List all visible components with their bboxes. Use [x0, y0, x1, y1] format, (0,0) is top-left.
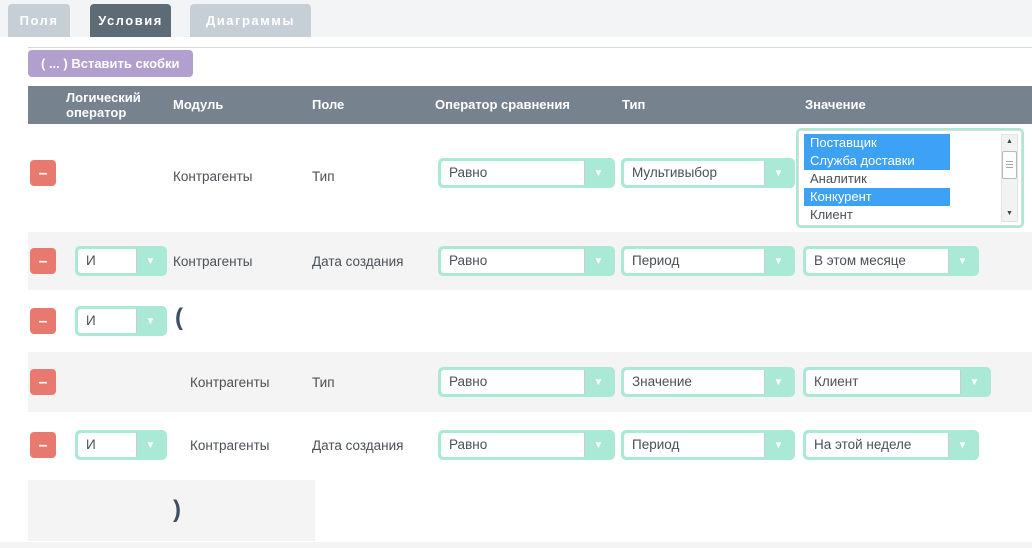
minus-icon[interactable]: – — [30, 248, 56, 274]
header-comparison-operator: Оператор сравнения — [435, 86, 570, 124]
chevron-down-icon: ▼ — [137, 249, 164, 273]
listbox-scrollbar[interactable]: ▲ ▼ — [1001, 134, 1018, 222]
field-label: Дата создания — [312, 254, 404, 270]
condition-row: – Контрагенты Тип Равно ▼ Мультивыбор ▼ … — [28, 124, 1032, 232]
chevron-down-icon: ▼ — [765, 370, 792, 394]
module-label: Контрагенты — [190, 438, 270, 454]
listbox-options: Поставщик Служба доставки Аналитик Конку… — [804, 134, 950, 224]
tab-fields[interactable]: Поля — [8, 4, 70, 37]
selected-value: И — [78, 433, 137, 457]
selected-value: Мультивыбор — [624, 161, 765, 185]
insert-brackets-button[interactable]: ( ... ) Вставить скобки — [28, 50, 193, 77]
scroll-down-icon[interactable]: ▼ — [1002, 207, 1017, 221]
condition-row: – Контрагенты Тип Равно ▼ Значение ▼ Кли… — [28, 352, 1032, 412]
comparison-operator-select[interactable]: Равно ▼ — [438, 158, 615, 188]
conditions-builder-page: Поля Условия Диаграммы ( ... ) Вставить … — [0, 0, 1032, 548]
chevron-down-icon: ▼ — [137, 433, 164, 457]
tab-conditions[interactable]: Условия — [90, 4, 171, 37]
header-type: Тип — [622, 86, 645, 124]
chevron-down-icon: ▼ — [765, 161, 792, 185]
header-logical-operator: Логический оператор — [66, 90, 154, 120]
type-select[interactable]: Период ▼ — [621, 430, 795, 460]
comparison-operator-select[interactable]: Равно ▼ — [438, 367, 615, 397]
selected-value: Равно — [441, 249, 585, 273]
open-bracket: ( — [175, 304, 183, 332]
minus-icon[interactable]: – — [30, 369, 56, 395]
module-label: Контрагенты — [190, 375, 270, 391]
listbox-option[interactable]: Поставщик — [804, 134, 950, 152]
value-select[interactable]: На этой неделе ▼ — [803, 430, 979, 460]
selected-value: В этом месяце — [806, 249, 949, 273]
header-field: Поле — [312, 86, 344, 124]
selected-value: Клиент — [806, 370, 961, 394]
condition-row: – И ▼ Контрагенты Дата создания Равно ▼ … — [28, 232, 1032, 290]
selected-value: Равно — [441, 433, 585, 457]
bottom-strip — [0, 542, 1032, 548]
field-label: Тип — [312, 375, 335, 391]
type-select[interactable]: Значение ▼ — [621, 367, 795, 397]
chevron-down-icon: ▼ — [961, 370, 988, 394]
comparison-operator-select[interactable]: Равно ▼ — [438, 246, 615, 276]
value-select[interactable]: Клиент ▼ — [803, 367, 991, 397]
selected-value: Значение — [624, 370, 765, 394]
chevron-down-icon: ▼ — [137, 309, 164, 333]
selected-value: Равно — [441, 370, 585, 394]
field-label: Дата создания — [312, 438, 404, 454]
chevron-down-icon: ▼ — [949, 433, 976, 457]
comparison-operator-select[interactable]: Равно ▼ — [438, 430, 615, 460]
logical-operator-select[interactable]: И ▼ — [75, 430, 167, 460]
field-label: Тип — [312, 169, 335, 185]
logical-operator-select[interactable]: И ▼ — [75, 246, 167, 276]
chevron-down-icon: ▼ — [949, 249, 976, 273]
tab-charts[interactable]: Диаграммы — [190, 4, 311, 37]
scrollbar-thumb[interactable] — [1002, 151, 1017, 179]
bracket-row: – И ▼ ( — [28, 290, 1032, 352]
selected-value: И — [78, 309, 137, 333]
table-header: Логический оператор Модуль Поле Оператор… — [28, 86, 1032, 124]
header-module: Модуль — [173, 86, 223, 124]
chevron-down-icon: ▼ — [585, 161, 612, 185]
tab-bar: Поля Условия Диаграммы — [0, 0, 1032, 37]
toolbar-divider — [28, 47, 1032, 48]
minus-icon[interactable]: – — [30, 308, 56, 334]
minus-icon[interactable]: – — [30, 160, 56, 186]
selected-value: На этой неделе — [806, 433, 949, 457]
listbox-option[interactable]: Аналитик — [804, 170, 950, 188]
listbox-option[interactable]: Конкурент — [804, 188, 950, 206]
value-multiselect-listbox[interactable]: Поставщик Служба доставки Аналитик Конку… — [796, 128, 1024, 228]
selected-value: Равно — [441, 161, 585, 185]
close-bracket: ) — [173, 496, 181, 524]
header-value: Значение — [805, 86, 866, 124]
selected-value: Период — [624, 249, 765, 273]
chevron-down-icon: ▼ — [585, 370, 612, 394]
chevron-down-icon: ▼ — [585, 433, 612, 457]
type-select[interactable]: Мультивыбор ▼ — [621, 158, 795, 188]
module-label: Контрагенты — [173, 169, 253, 185]
value-select[interactable]: В этом месяце ▼ — [803, 246, 979, 276]
condition-row: – И ▼ Контрагенты Дата создания Равно ▼ … — [28, 412, 1032, 478]
scroll-up-icon[interactable]: ▲ — [1002, 135, 1017, 149]
selected-value: И — [78, 249, 137, 273]
chevron-down-icon: ▼ — [765, 433, 792, 457]
minus-icon[interactable]: – — [30, 432, 56, 458]
selected-value: Период — [624, 433, 765, 457]
bracket-row: ) — [28, 480, 315, 541]
chevron-down-icon: ▼ — [765, 249, 792, 273]
module-label: Контрагенты — [173, 254, 253, 270]
type-select[interactable]: Период ▼ — [621, 246, 795, 276]
chevron-down-icon: ▼ — [585, 249, 612, 273]
listbox-option[interactable]: Служба доставки — [804, 152, 950, 170]
listbox-option[interactable]: Клиент — [804, 206, 950, 224]
logical-operator-select[interactable]: И ▼ — [75, 306, 167, 336]
